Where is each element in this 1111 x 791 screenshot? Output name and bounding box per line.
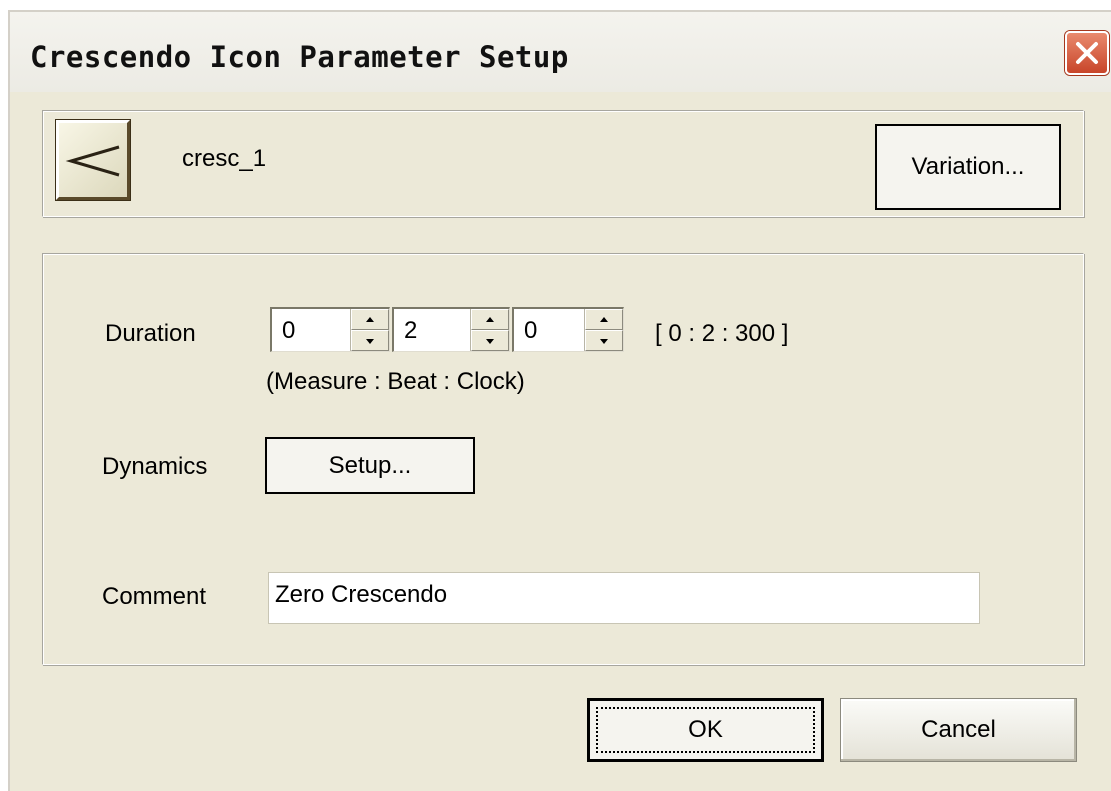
ok-label: OK — [688, 716, 723, 743]
dynamics-setup-button[interactable]: Setup... — [265, 437, 475, 494]
measure-value[interactable]: 0 — [282, 317, 295, 345]
ok-button[interactable]: OK — [587, 698, 824, 762]
duration-label: Duration — [105, 320, 196, 347]
window-title: Crescendo Icon Parameter Setup — [30, 40, 569, 74]
beat-value[interactable]: 2 — [404, 317, 417, 345]
duration-total: [ 0 : 2 : 300 ] — [655, 320, 789, 347]
dynamics-label: Dynamics — [102, 453, 208, 480]
crescendo-hairpin-icon — [65, 145, 120, 177]
clock-spinner[interactable]: 0 — [512, 307, 624, 352]
cancel-button[interactable]: Cancel — [840, 698, 1077, 762]
beat-down-arrow-icon[interactable] — [471, 330, 509, 351]
ok-focus-ring: OK — [596, 707, 815, 753]
clock-up-arrow-icon[interactable] — [585, 309, 623, 330]
crescendo-icon — [56, 120, 130, 200]
beat-up-arrow-icon[interactable] — [471, 309, 509, 330]
close-button[interactable] — [1065, 31, 1109, 75]
clock-spin-buttons — [584, 309, 623, 351]
measure-spinner[interactable]: 0 — [270, 307, 390, 352]
comment-label: Comment — [102, 583, 207, 610]
beat-spin-buttons — [470, 309, 509, 351]
clock-down-arrow-icon[interactable] — [585, 330, 623, 351]
close-icon — [1076, 42, 1098, 64]
variation-button[interactable]: Variation... — [875, 124, 1061, 210]
comment-field[interactable] — [268, 572, 980, 624]
measure-up-arrow-icon[interactable] — [351, 309, 389, 330]
icon-name: cresc_1 — [182, 145, 267, 172]
duration-units-hint: (Measure : Beat : Clock) — [266, 368, 525, 395]
measure-spin-buttons — [350, 309, 389, 351]
measure-down-arrow-icon[interactable] — [351, 330, 389, 351]
clock-value[interactable]: 0 — [524, 317, 537, 345]
beat-spinner[interactable]: 2 — [392, 307, 510, 352]
title-bar: Crescendo Icon Parameter Setup — [10, 12, 1111, 92]
